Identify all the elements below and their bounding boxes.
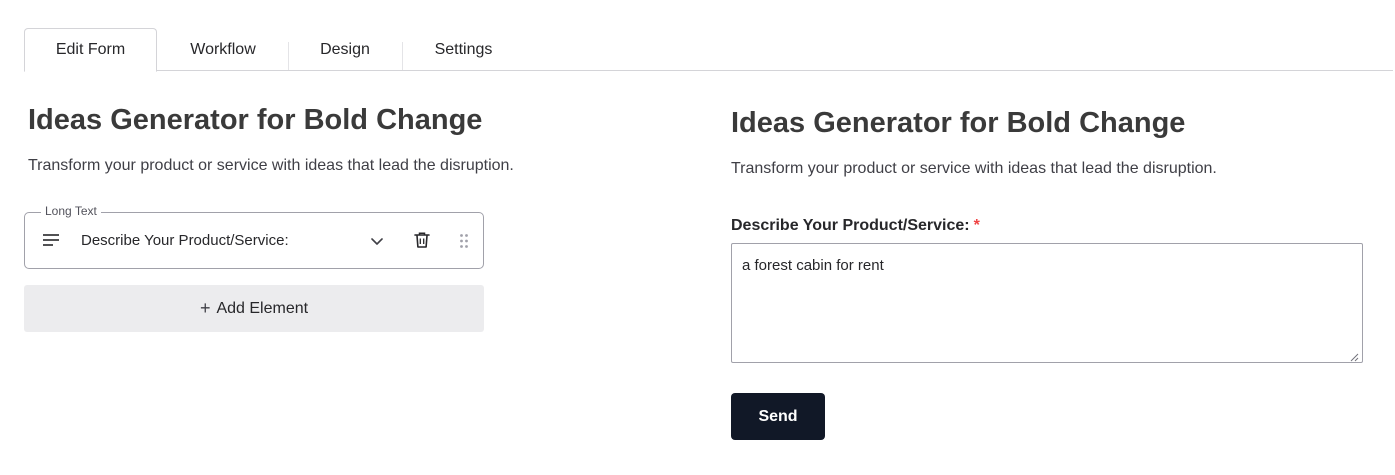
preview-form-description: Transform your product or service with i… [731,160,1217,177]
lines-icon [43,233,59,252]
tab-workflow[interactable]: Workflow [164,28,282,71]
tab-bar: Edit Form Workflow Design Settings [24,28,1393,72]
editor-form-description[interactable]: Transform your product or service with i… [28,157,514,175]
product-description-textarea[interactable] [731,243,1363,363]
drag-handle-icon[interactable] [459,233,469,254]
element-label: Describe Your Product/Service: [81,232,289,249]
tab-edit-form[interactable]: Edit Form [24,28,157,72]
plus-icon: + [199,298,211,318]
tab-label: Settings [434,40,493,58]
tab-label: Workflow [190,40,256,58]
tab-settings[interactable]: Settings [403,28,524,71]
preview-field-label-text: Describe Your Product/Service: [731,217,970,234]
trash-icon[interactable] [414,231,430,254]
tab-design[interactable]: Design [289,28,401,71]
element-type-legend: Long Text [41,204,101,218]
form-element-card[interactable]: Long Text Describe Your Product/Service: [24,204,484,269]
preview-field-label: Describe Your Product/Service: * [731,217,980,235]
add-element-label: Add Element [216,299,309,317]
send-button[interactable]: Send [731,393,825,440]
required-marker: * [973,217,980,234]
chevron-down-icon[interactable] [369,233,385,254]
tab-label: Edit Form [55,41,126,58]
add-element-button[interactable]: + Add Element [24,285,484,332]
tab-label: Design [320,40,370,58]
preview-form-title: Ideas Generator for Bold Change [731,107,1186,139]
editor-form-title[interactable]: Ideas Generator for Bold Change [28,104,482,137]
